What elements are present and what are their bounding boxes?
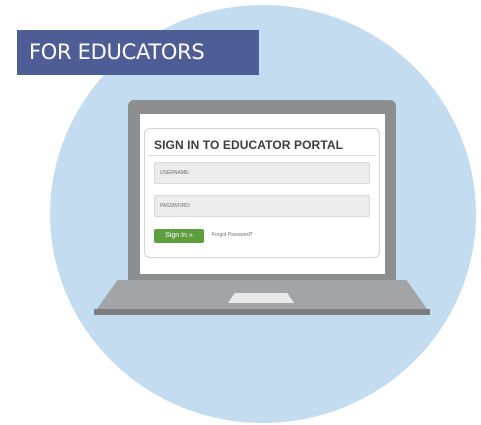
panel-divider [148,155,376,156]
portal-title: SIGN IN TO EDUCATOR PORTAL [154,138,344,152]
password-label: PASSWORD: [160,203,191,209]
username-field[interactable]: USERNAME: [154,162,370,184]
laptop-trackpad [228,293,294,303]
forgot-password-link[interactable]: Forgot Password? [212,232,253,238]
password-field[interactable]: PASSWORD: [154,195,370,217]
for-educators-banner: FOR EDUCATORS [17,30,259,75]
username-label: USERNAME: [160,170,190,176]
laptop-base-edge [94,309,430,315]
sign-in-button[interactable]: Sign In » [154,229,204,243]
